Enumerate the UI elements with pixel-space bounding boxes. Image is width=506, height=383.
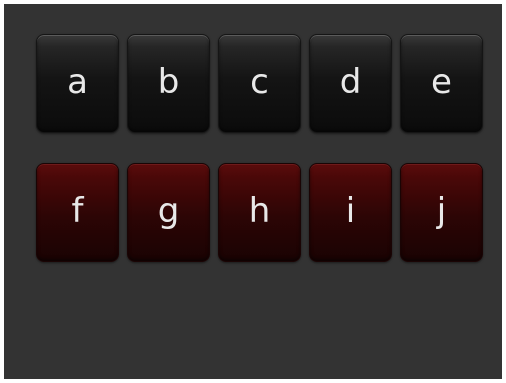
key-row-2: f g h i j: [36, 163, 483, 262]
key-label: i: [345, 190, 356, 231]
key-b[interactable]: b: [127, 34, 210, 133]
key-label: j: [436, 190, 447, 231]
key-d[interactable]: d: [309, 34, 392, 133]
key-label: d: [339, 61, 362, 102]
key-i[interactable]: i: [309, 163, 392, 262]
key-label: g: [157, 190, 180, 231]
key-label: h: [248, 190, 271, 231]
key-label: b: [157, 61, 180, 102]
key-label: f: [71, 190, 84, 231]
key-g[interactable]: g: [127, 163, 210, 262]
key-label: c: [250, 61, 269, 102]
key-label: e: [431, 61, 452, 102]
keyboard-panel: a b c d e f g h i j: [4, 4, 502, 379]
key-label: a: [67, 61, 88, 102]
key-e[interactable]: e: [400, 34, 483, 133]
key-j[interactable]: j: [400, 163, 483, 262]
key-row-1: a b c d e: [36, 34, 483, 133]
key-c[interactable]: c: [218, 34, 301, 133]
key-h[interactable]: h: [218, 163, 301, 262]
key-f[interactable]: f: [36, 163, 119, 262]
key-a[interactable]: a: [36, 34, 119, 133]
